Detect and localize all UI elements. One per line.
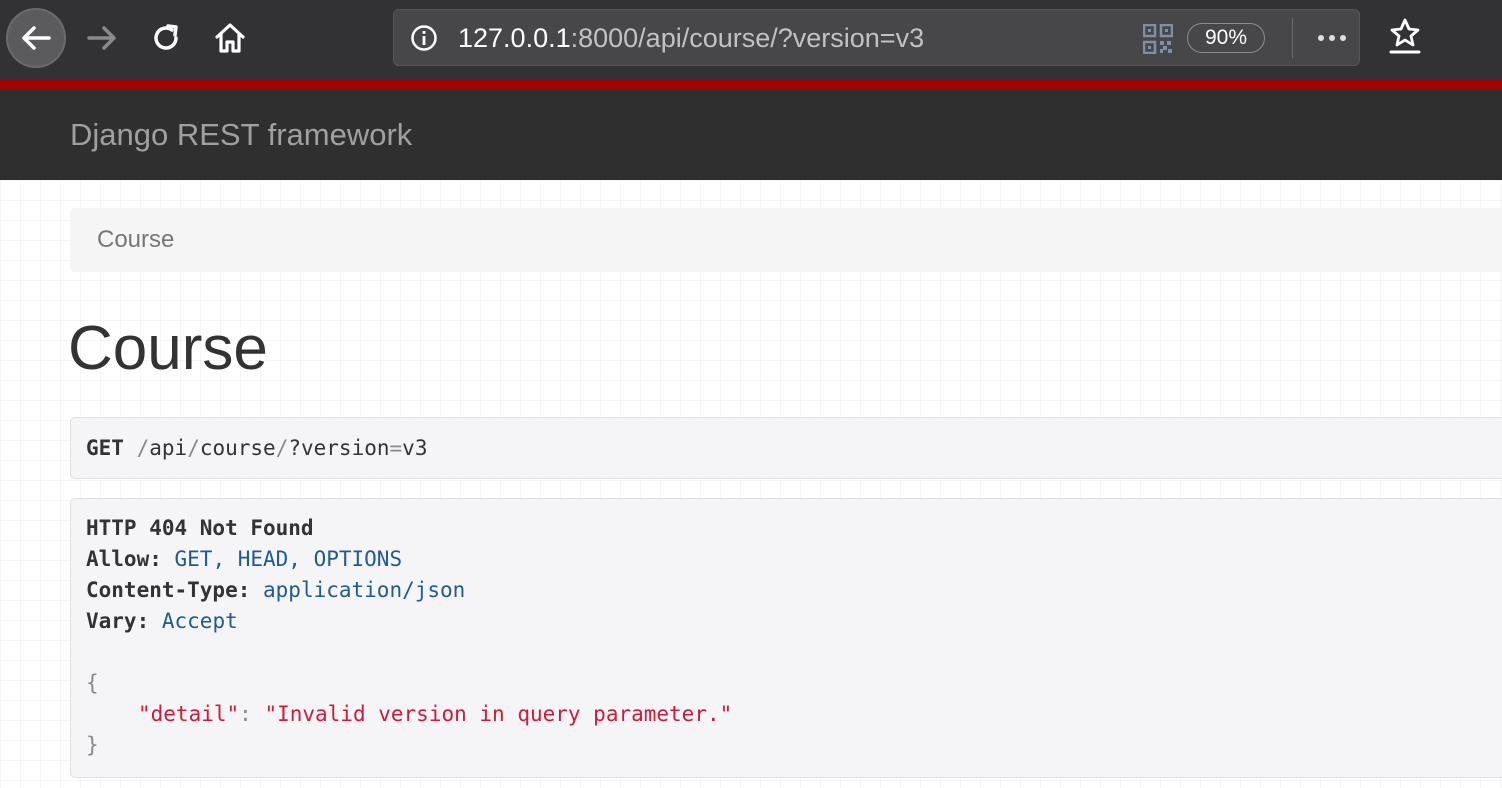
response-header-value: Accept	[161, 609, 238, 633]
reload-button[interactable]	[136, 8, 196, 68]
browser-toolbar: 127.0.0.1:8000/api/course/?version=v3 90…	[0, 0, 1502, 80]
response-header-key: Content-Type	[86, 578, 238, 602]
response-header-row: Content-Type: application/json	[86, 575, 465, 606]
path-separator: /	[136, 436, 150, 460]
page-content: Course Course GET /api/course/?version=v…	[0, 180, 1502, 788]
url-host: 127.0.0.1	[458, 23, 571, 53]
page-title: Course	[68, 314, 268, 383]
bookmark-star-icon[interactable]	[1385, 16, 1425, 56]
json-key: "detail"	[138, 702, 240, 726]
request-method: GET	[86, 436, 124, 460]
response-header-value: GET, HEAD, OPTIONS	[174, 547, 403, 571]
forward-button[interactable]	[72, 8, 132, 68]
brand-link[interactable]: Django REST framework	[70, 90, 412, 180]
request-info: GET /api/course/?version=v3	[70, 417, 1502, 479]
reload-icon	[154, 24, 178, 50]
url-path: :8000/api/course/?version=v3	[570, 23, 925, 53]
response-header-key: Allow	[86, 547, 150, 571]
response-header-row: Vary: Accept	[86, 606, 238, 637]
request-path-segment: course	[199, 436, 276, 460]
qr-code-icon[interactable]	[1143, 24, 1173, 54]
address-bar[interactable]: 127.0.0.1:8000/api/course/?version=v3 90…	[393, 9, 1360, 66]
header-colon: :	[136, 609, 162, 633]
path-separator: /	[275, 436, 289, 460]
back-arrow-icon	[22, 26, 51, 50]
json-close-brace: }	[86, 733, 99, 757]
json-colon: :	[239, 702, 265, 726]
more-dots-icon[interactable]	[1314, 22, 1350, 54]
navbar: Django REST framework	[0, 90, 1502, 180]
response-header-value: application/json	[263, 578, 466, 602]
home-button[interactable]	[200, 8, 260, 68]
json-property-row: "detail": "Invalid version in query para…	[138, 699, 732, 730]
header-colon: :	[149, 547, 175, 571]
url-text[interactable]: 127.0.0.1:8000/api/course/?version=v3	[458, 10, 924, 67]
info-icon[interactable]	[410, 24, 438, 52]
zoom-level-button[interactable]: 90%	[1187, 23, 1265, 53]
response-header-row: Allow: GET, HEAD, OPTIONS	[86, 544, 402, 575]
forward-arrow-icon	[87, 26, 116, 50]
breadcrumb-item-course[interactable]: Course	[97, 208, 174, 272]
navbar-accent-strip	[0, 80, 1502, 90]
request-query-value: v3	[402, 436, 428, 460]
address-bar-divider	[1292, 18, 1293, 58]
home-icon	[215, 23, 245, 53]
json-open-brace: {	[86, 671, 99, 695]
path-separator: /	[187, 436, 200, 460]
request-line: GET /api/course/?version=v3	[86, 418, 427, 478]
json-value: "Invalid version in query parameter."	[264, 702, 733, 726]
response-status-line: HTTP 404 Not Found	[86, 516, 314, 540]
request-path-segment: api	[149, 436, 188, 460]
header-colon: :	[237, 578, 264, 602]
request-query-key: ?version	[288, 436, 390, 460]
response-header-key: Vary	[86, 609, 137, 633]
breadcrumb: Course	[70, 208, 1502, 272]
response-info: HTTP 404 Not Found Allow: GET, HEAD, OPT…	[70, 498, 1502, 778]
back-button[interactable]	[6, 8, 66, 68]
query-equals: =	[389, 436, 403, 460]
